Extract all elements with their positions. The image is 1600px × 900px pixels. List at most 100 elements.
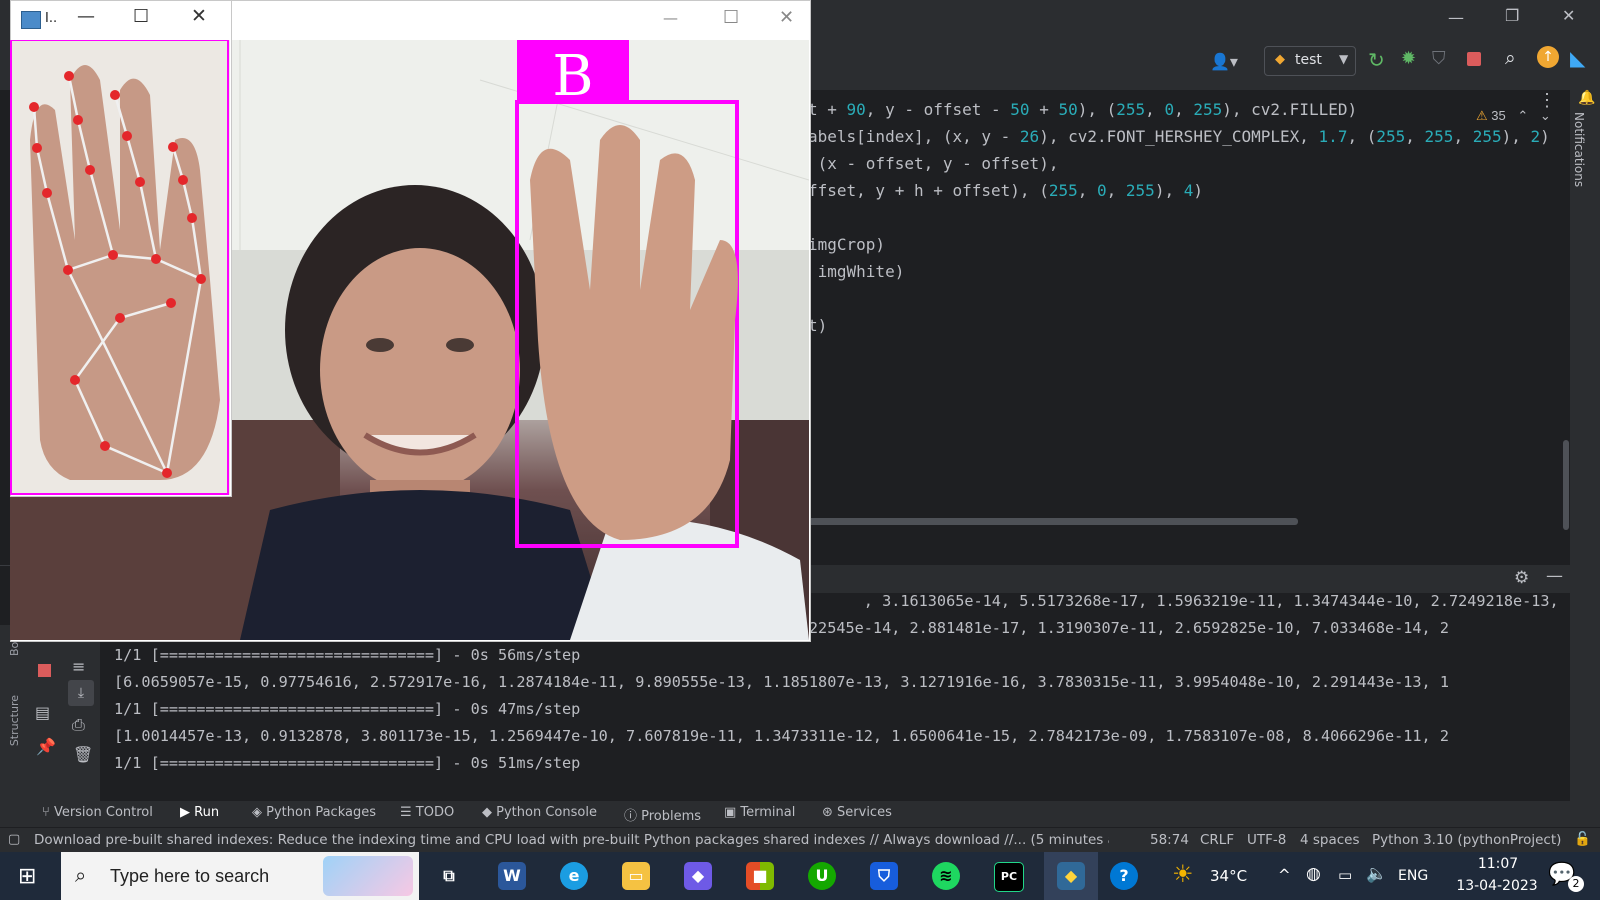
caret-position[interactable]: 58:74 — [1150, 832, 1189, 848]
windows-start-icon[interactable]: ⊞ — [18, 864, 36, 889]
rerun-icon[interactable]: ↻ — [1368, 48, 1385, 72]
editor-vertical-scrollbar[interactable] — [1563, 440, 1569, 530]
panel-toggle-icon[interactable]: ▢ — [8, 832, 20, 847]
restore-icon[interactable]: ❐ — [1505, 6, 1519, 25]
status-message[interactable]: Download pre-built shared indexes: Reduc… — [34, 832, 1109, 848]
task-view-icon[interactable]: ⧉ — [435, 862, 463, 890]
gear-icon[interactable]: ⚙ — [1514, 568, 1529, 588]
spotify-icon[interactable]: ≋ — [932, 862, 960, 890]
chevron-down-icon[interactable]: ⌄ — [1540, 108, 1551, 123]
help-icon[interactable]: ? — [1110, 862, 1138, 890]
notifications-tab[interactable]: Notifications — [1572, 112, 1586, 187]
status-bar: ▢ Download pre-built shared indexes: Red… — [0, 827, 1600, 853]
code-line[interactable]: imgWhite) — [808, 258, 905, 285]
minimize-icon[interactable]: — — [77, 6, 95, 27]
problems-icon: ⓘ — [624, 809, 642, 824]
tab-python-console[interactable]: ◆ Python Console — [482, 805, 597, 820]
run-config-label: test — [1295, 52, 1322, 68]
code-line[interactable]: (x - offset, y - offset), — [808, 150, 1059, 177]
coverage-icon[interactable]: ⛉ — [1432, 48, 1446, 69]
search-icon[interactable]: ⌕ — [1505, 47, 1516, 69]
code-editor[interactable]: t + 90, y - offset - 50 + 50), (255, 0, … — [808, 90, 1570, 530]
tab-python-packages[interactable]: ◈ Python Packages — [252, 805, 376, 820]
stop-icon[interactable] — [38, 664, 51, 677]
file-encoding[interactable]: UTF-8 — [1247, 832, 1286, 848]
structure-tab[interactable]: Structure — [8, 695, 21, 746]
code-line[interactable]: imgCrop) — [808, 231, 885, 258]
weather-icon[interactable]: ☀ — [1172, 860, 1194, 888]
copilot-icon[interactable]: ◆ — [684, 862, 712, 890]
hide-panel-icon[interactable]: — — [1546, 566, 1563, 586]
chevron-up-icon[interactable]: ⌃ — [1517, 108, 1528, 123]
hand-landmarks — [10, 40, 230, 495]
chevron-down-icon: ▼ — [1339, 52, 1349, 66]
scroll-to-end-icon[interactable]: ⤓ — [68, 680, 94, 706]
globe-icon[interactable]: ◍ — [1306, 864, 1321, 884]
close-icon[interactable]: ✕ — [1562, 6, 1575, 25]
trash-icon[interactable]: 🗑 — [73, 745, 93, 764]
indent-setting[interactable]: 4 spaces — [1300, 832, 1360, 848]
stop-icon[interactable] — [1467, 52, 1481, 66]
tab-todo[interactable]: ☰ TODO — [400, 805, 454, 820]
output-line: 1/1 [==============================] - 0… — [114, 700, 581, 718]
pin-icon[interactable]: 📌 — [36, 737, 56, 756]
code-line[interactable]: ffset, y + h + offset), (255, 0, 255), 4… — [808, 177, 1203, 204]
list-icon: ☰ — [400, 805, 416, 820]
services-icon: ⊛ — [822, 805, 838, 820]
update-icon[interactable]: ↑ — [1537, 46, 1559, 68]
close-icon[interactable]: ✕ — [779, 7, 794, 28]
maximize-icon[interactable]: ☐ — [723, 7, 739, 28]
python-interpreter[interactable]: Python 3.10 (pythonProject) — [1372, 832, 1561, 848]
jetbrains-ai-icon[interactable]: ◣ — [1570, 46, 1585, 70]
right-tool-strip: 🔔 Notifications — [1570, 90, 1600, 801]
minimize-icon[interactable]: — — [1448, 8, 1464, 27]
code-line[interactable]: abels[index], (x, y - 26), cv2.FONT_HERS… — [808, 123, 1550, 150]
pycharm-icon[interactable]: PC — [994, 862, 1024, 892]
bell-icon[interactable]: 🔔 — [1578, 90, 1595, 106]
code-line[interactable]: t + 90, y - offset - 50 + 50), (255, 0, … — [808, 96, 1357, 123]
weather-temp[interactable]: 34°C — [1210, 867, 1247, 885]
clock-time[interactable]: 11:07 — [1468, 856, 1528, 872]
tab-problems[interactable]: ⓘ Problems — [624, 805, 701, 824]
tab-run[interactable]: ▶ Run — [180, 805, 219, 820]
chevron-up-icon[interactable]: ^ — [1278, 866, 1291, 884]
console-icon: ◆ — [482, 805, 497, 820]
battery-icon[interactable]: ▭ — [1338, 866, 1352, 884]
language-indicator[interactable]: ENG — [1398, 868, 1428, 884]
debug-icon[interactable]: ✹ — [1401, 48, 1416, 69]
tool-window-tabs: ⑂ Version Control ▶ Run ◈ Python Package… — [0, 801, 1600, 827]
run-config-selector[interactable]: ◆ test ▼ — [1264, 46, 1356, 76]
file-explorer-icon[interactable]: ▭ — [622, 862, 650, 890]
taskbar-search[interactable]: ⌕ Type here to search — [61, 852, 419, 900]
app-icon — [21, 11, 41, 29]
minimize-icon[interactable]: — — [663, 9, 678, 27]
search-icon: ⌕ — [75, 863, 87, 887]
bitwarden-icon[interactable]: ⛉ — [870, 862, 898, 890]
search-highlight-image — [323, 856, 413, 896]
user-icon[interactable]: 👤▾ — [1210, 52, 1238, 71]
close-icon[interactable]: ✕ — [191, 5, 207, 27]
python-icon: ◆ — [1275, 52, 1285, 67]
inspection-widget[interactable]: ⚠ 35 ⌃ ⌄ — [1476, 108, 1551, 124]
layers-icon: ◈ — [252, 805, 267, 820]
maximize-icon[interactable]: ☐ — [133, 6, 149, 27]
edge-icon[interactable]: e — [560, 862, 588, 890]
speaker-icon[interactable]: 🔈 — [1366, 864, 1387, 884]
python-icon[interactable]: ◆ — [1057, 862, 1085, 890]
predicted-letter: B — [552, 44, 593, 109]
upwork-icon[interactable]: U — [808, 862, 836, 890]
lock-icon[interactable]: 🔓 — [1574, 831, 1591, 847]
print-icon[interactable]: ⎙ — [72, 715, 85, 735]
line-separator[interactable]: CRLF — [1200, 832, 1234, 848]
tab-version-control[interactable]: ⑂ Version Control — [42, 805, 153, 820]
clock-date[interactable]: 13-04-2023 — [1452, 878, 1542, 894]
soft-wrap-icon[interactable]: ≡ — [72, 657, 85, 676]
tab-terminal[interactable]: ▣ Terminal — [724, 805, 795, 820]
tab-services[interactable]: ⊛ Services — [822, 805, 892, 820]
git-icon: ⑂ — [42, 805, 54, 820]
word-icon[interactable]: W — [498, 862, 526, 890]
crop-window-title: I.. — [45, 11, 58, 26]
layout-icon[interactable]: ▤ — [35, 703, 50, 722]
editor-horizontal-scrollbar[interactable] — [808, 518, 1298, 525]
office-icon[interactable]: ■ — [746, 862, 774, 890]
